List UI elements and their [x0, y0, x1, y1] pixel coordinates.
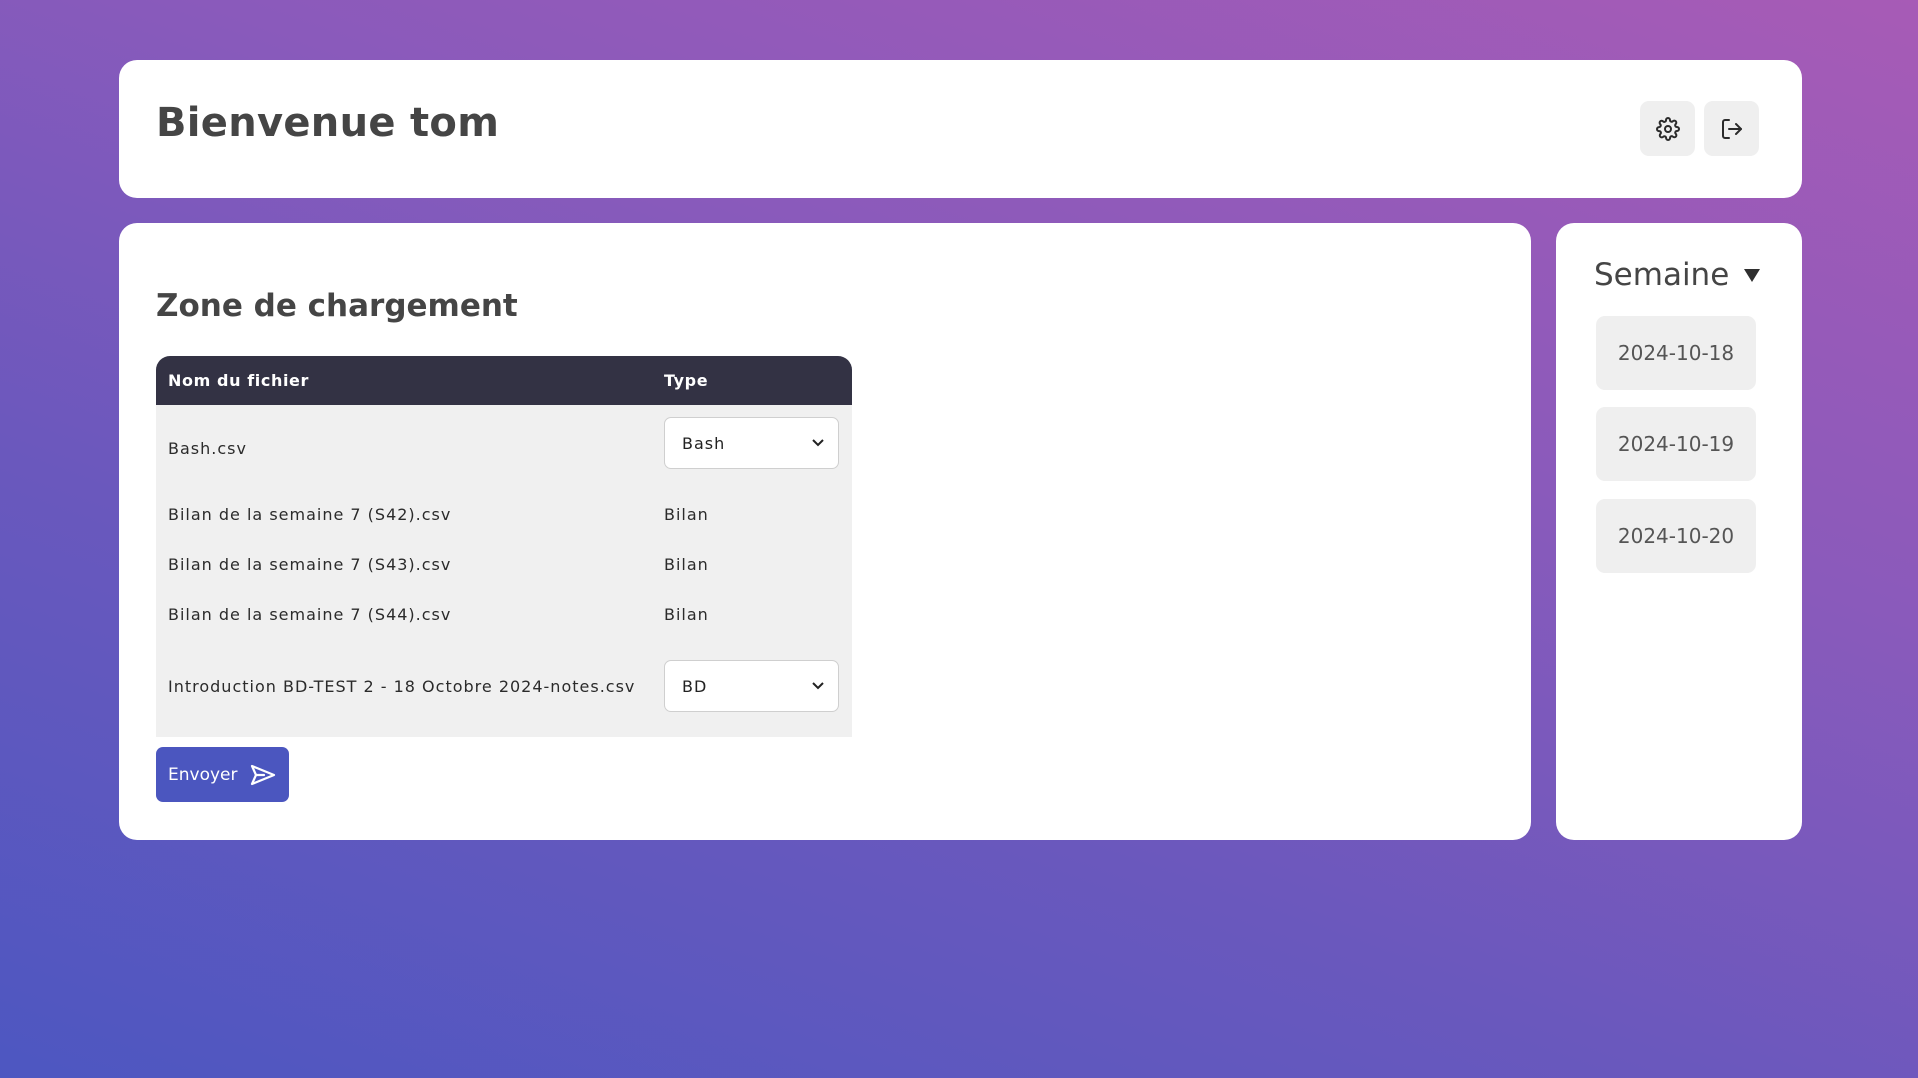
chevron-down-icon [812, 439, 824, 447]
send-button[interactable]: Envoyer [156, 747, 289, 802]
file-type: Bilan [664, 605, 709, 624]
table-row: Bash.csv Bash [156, 405, 852, 489]
header-card: Bienvenue tom [119, 60, 1802, 198]
send-icon [250, 764, 275, 785]
settings-button[interactable] [1640, 101, 1695, 156]
table-row: Bilan de la semaine 7 (S42).csv Bilan [156, 489, 852, 539]
file-type: Bilan [664, 505, 709, 524]
logout-icon [1721, 118, 1742, 139]
table-header: Nom du fichier Type [156, 356, 852, 405]
file-table: Nom du fichier Type Bash.csv Bash Bilan … [156, 356, 852, 737]
file-name: Bilan de la semaine 7 (S43).csv [168, 555, 452, 574]
logout-button[interactable] [1704, 101, 1759, 156]
date-button[interactable]: 2024-10-19 [1596, 407, 1756, 481]
file-type: Bilan [664, 555, 709, 574]
file-name: Bilan de la semaine 7 (S42).csv [168, 505, 452, 524]
week-dropdown[interactable]: Semaine [1594, 255, 1774, 295]
welcome-title: Bienvenue tom [156, 100, 500, 146]
week-title: Semaine [1594, 257, 1730, 293]
column-header-name: Nom du fichier [168, 371, 309, 390]
upload-card: Zone de chargement Nom du fichier Type B… [119, 223, 1531, 840]
upload-title: Zone de chargement [156, 288, 518, 324]
type-select-value: BD [682, 676, 708, 696]
triangle-down-icon [1744, 269, 1761, 282]
type-select[interactable]: Bash [664, 417, 839, 469]
date-button[interactable]: 2024-10-20 [1596, 499, 1756, 573]
file-name: Bash.csv [168, 439, 247, 458]
type-select-value: Bash [682, 433, 726, 453]
table-row: Bilan de la semaine 7 (S43).csv Bilan [156, 539, 852, 589]
type-select[interactable]: BD [664, 660, 839, 712]
column-header-type: Type [664, 371, 709, 390]
table-row: Introduction BD-TEST 2 - 18 Octobre 2024… [156, 639, 852, 737]
date-button[interactable]: 2024-10-18 [1596, 316, 1756, 390]
file-name: Introduction BD-TEST 2 - 18 Octobre 2024… [168, 677, 636, 696]
send-button-label: Envoyer [168, 764, 238, 785]
table-row: Bilan de la semaine 7 (S44).csv Bilan [156, 589, 852, 639]
gear-icon [1655, 116, 1680, 141]
week-card: Semaine 2024-10-18 2024-10-19 2024-10-20 [1556, 223, 1802, 840]
chevron-down-icon [812, 682, 824, 690]
file-name: Bilan de la semaine 7 (S44).csv [168, 605, 452, 624]
